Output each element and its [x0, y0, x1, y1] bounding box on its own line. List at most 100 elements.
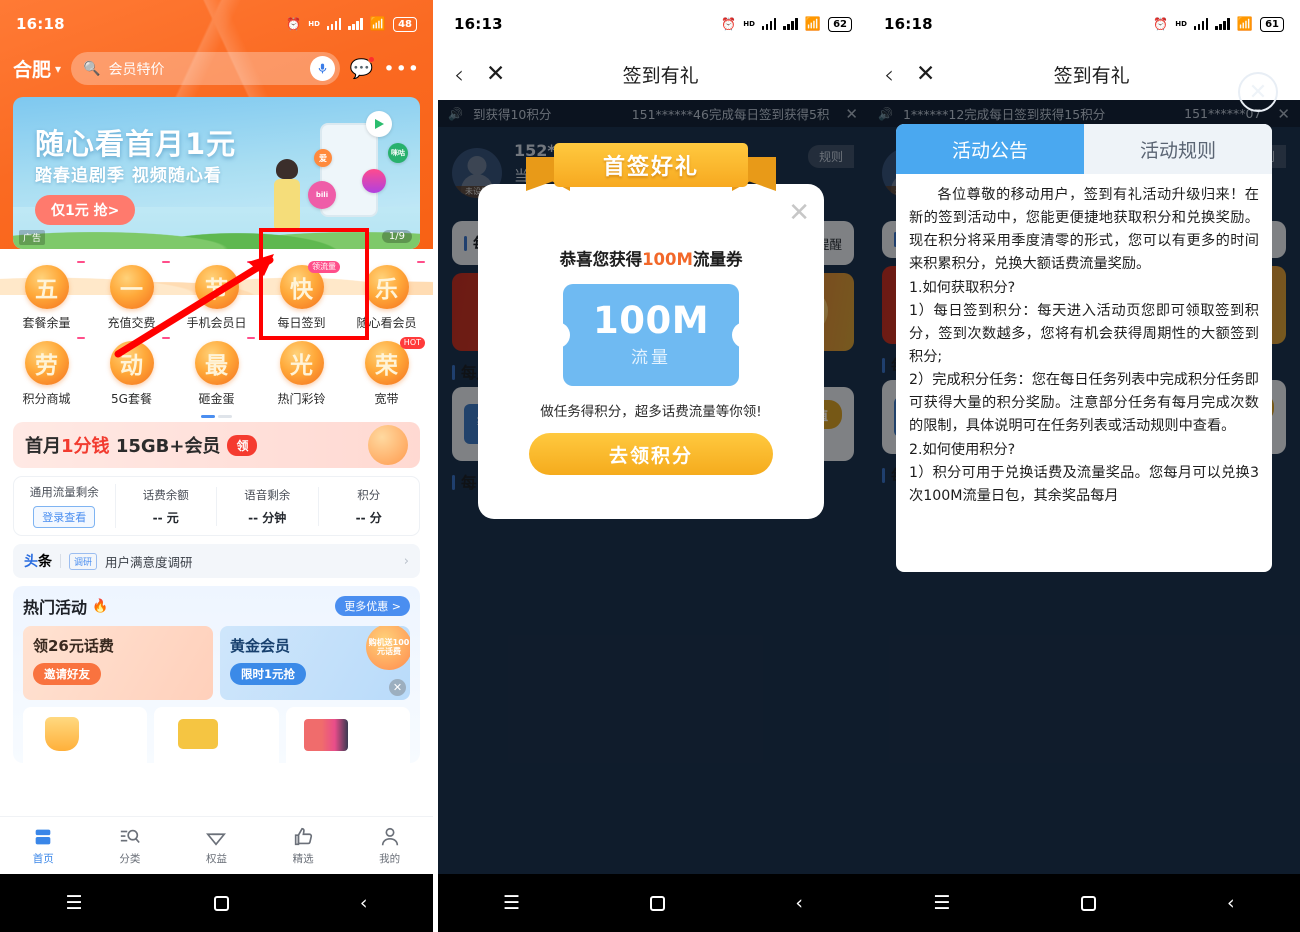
app-bubble-pink-icon: [362, 169, 386, 193]
back-icon[interactable]: ‹: [360, 892, 368, 914]
tab-category[interactable]: 分类: [87, 817, 174, 874]
phone1-status-bar: 16:18 ⏰ HD 📶 48: [0, 0, 433, 48]
home-icon: [35, 829, 51, 844]
promo-banner[interactable]: 随心看首月1元 踏春追剧季 视频随心看 仅1元 抢> 咪咕 爱 bili 广告 …: [13, 97, 420, 249]
search-input[interactable]: 🔍 会员特价: [71, 52, 340, 85]
signal-bars-icon-2: [348, 18, 363, 30]
balance-column-voice[interactable]: 语音剩余 -- 分钟: [217, 486, 319, 526]
close-circle-icon[interactable]: ✕: [1238, 72, 1278, 112]
promo-claim-button[interactable]: 领: [227, 434, 258, 456]
close-icon[interactable]: ✕: [916, 61, 935, 87]
grid-item[interactable]: HOT 荣 宽带: [344, 337, 429, 407]
app-bubble-green-icon: 咪咕: [388, 143, 408, 163]
tab-benefits[interactable]: 权益: [173, 817, 260, 874]
grid-item-icon: 劳: [24, 341, 69, 385]
balance-label: 积分: [357, 487, 381, 502]
battery-indicator: 48: [393, 16, 417, 32]
accent-bar: [882, 467, 885, 483]
hot-card-title: 领26元话费: [33, 637, 114, 655]
wifi-icon: 📶: [369, 16, 387, 32]
signal-bars-icon-1: [326, 18, 342, 30]
close-icon[interactable]: ✕: [486, 61, 505, 87]
app-bubble-orange-icon: 爱: [314, 149, 332, 167]
promo-strip[interactable]: 首月1分钱 15GB+会员 领: [13, 422, 420, 468]
hot-card-gold-member[interactable]: 黄金会员 限时1元抢 购机送100元话费 ✕: [220, 626, 410, 700]
banner-cta-button[interactable]: 仅1元 抢>: [35, 195, 136, 225]
alarm-icon: ⏰: [1153, 17, 1169, 31]
announcement-marquee: 🔊 到获得10积分 151******46完成每日签到获得5积 ✕: [438, 100, 868, 127]
hot-tile[interactable]: [23, 707, 148, 763]
tab-activity-notice[interactable]: 活动公告: [896, 124, 1084, 174]
rules-button[interactable]: 规则: [807, 145, 854, 168]
fire-icon: 🔥: [92, 598, 109, 614]
microphone-icon[interactable]: [309, 56, 335, 81]
tab-activity-rules[interactable]: 活动规则: [1084, 124, 1272, 174]
status-time: 16:13: [454, 15, 503, 33]
back-chevron-icon[interactable]: ‹: [454, 60, 464, 89]
signal-bars-icon-1: [761, 18, 777, 30]
app-bubble-magenta-icon: bili: [308, 181, 336, 209]
rules-paragraph: 2.如何使用积分?: [909, 441, 1016, 458]
city-selector[interactable]: 合肥 ▾: [13, 55, 61, 82]
home-square-icon[interactable]: [1081, 895, 1097, 911]
tab-featured[interactable]: 精选: [260, 817, 347, 874]
grid-item-badge: [77, 261, 85, 263]
close-icon[interactable]: ✕: [788, 198, 810, 228]
home-square-icon[interactable]: [213, 895, 229, 911]
login-to-view-button[interactable]: 登录查看: [33, 506, 96, 528]
phone2-status-bar: 16:13 ⏰ HD 📶 62: [438, 0, 868, 48]
account-balance-card: 通用流量剩余 登录查看 话费余额 -- 元 语音剩余 -- 分钟 积分 -- 分: [13, 476, 420, 536]
hot-tile[interactable]: [154, 707, 279, 763]
balance-column-fee[interactable]: 话费余额 -- 元: [116, 486, 217, 526]
balance-column-points[interactable]: 积分 -- 分: [319, 487, 420, 526]
grid-item-badge-hot: HOT: [399, 337, 425, 349]
menu-icon[interactable]: ☰: [933, 892, 950, 914]
message-icon[interactable]: 💬: [350, 56, 376, 80]
rules-body[interactable]: 各位尊敬的移动用户，签到有礼活动升级归来！在新的签到活动中，您能更便捷地获取积分…: [896, 174, 1272, 572]
home-square-icon[interactable]: [650, 895, 666, 911]
close-icon[interactable]: ✕: [839, 105, 858, 123]
menu-icon[interactable]: ☰: [503, 892, 520, 914]
close-icon[interactable]: ✕: [1271, 105, 1290, 123]
chevron-right-icon: ›: [403, 553, 409, 569]
news-text: 用户满意度调研: [105, 554, 193, 570]
grid-item[interactable]: 五 套餐余量: [4, 261, 89, 331]
tab-mine[interactable]: 我的: [346, 817, 433, 874]
battery-indicator: 61: [1260, 16, 1284, 32]
balance-column-data[interactable]: 通用流量剩余 登录查看: [14, 484, 116, 528]
hot-card-corner-badge: 购机送100元话费: [366, 626, 410, 670]
balance-label: 通用流量剩余: [29, 485, 99, 499]
hot-card-button[interactable]: 限时1元抢: [230, 663, 307, 685]
first-checkin-reward-modal: 首签好礼 ✕ 恭喜您获得100M流量券 100M 流量 做任务得积分，超多话费流…: [478, 143, 824, 519]
close-icon[interactable]: ✕: [389, 679, 406, 696]
grid-pager[interactable]: [0, 415, 433, 418]
back-chevron-icon[interactable]: ‹: [884, 60, 894, 89]
news-brand-a: 头: [24, 554, 38, 570]
banner-page-indicator: 1/9: [381, 230, 412, 243]
back-icon[interactable]: ‹: [795, 892, 803, 914]
phone-screenshot-2: 16:13 ⏰ HD 📶 62 ‹ ✕ 签到有礼 🔊 到获得10积分 151**…: [438, 0, 868, 932]
more-offers-button[interactable]: 更多优惠 >: [335, 596, 410, 616]
back-icon[interactable]: ‹: [1227, 892, 1235, 914]
speaker-icon: 🔊: [448, 106, 463, 121]
claim-points-button[interactable]: 去领积分: [529, 433, 773, 475]
accent-bar: [882, 357, 885, 373]
balance-label: 话费余额: [142, 487, 189, 502]
grid-item[interactable]: 劳 积分商城: [4, 337, 89, 407]
hot-tiles-row: [23, 707, 410, 763]
phone2-appbar: ‹ ✕ 签到有礼: [438, 48, 868, 100]
tab-label: 我的: [379, 852, 401, 865]
category-search-icon: [120, 829, 140, 843]
wifi-icon: 📶: [1236, 16, 1254, 32]
hot-card-button[interactable]: 邀请好友: [33, 663, 101, 685]
hot-card-invite[interactable]: 领26元话费 邀请好友: [23, 626, 213, 700]
city-label: 合肥: [13, 59, 52, 81]
hot-tile[interactable]: [285, 707, 410, 763]
grid-item-badge: [77, 337, 85, 339]
more-dots-icon[interactable]: •••: [383, 58, 420, 80]
menu-icon[interactable]: ☰: [66, 892, 83, 914]
banner-subtitle: 踏春追剧季 视频随心看: [35, 166, 222, 186]
news-strip[interactable]: 头条 调研 用户满意度调研 ›: [13, 544, 420, 578]
tab-home[interactable]: 首页: [0, 817, 87, 874]
announcement-marquee: 🔊 1******12完成每日签到获得15积分 151******07 ✕: [868, 100, 1300, 127]
